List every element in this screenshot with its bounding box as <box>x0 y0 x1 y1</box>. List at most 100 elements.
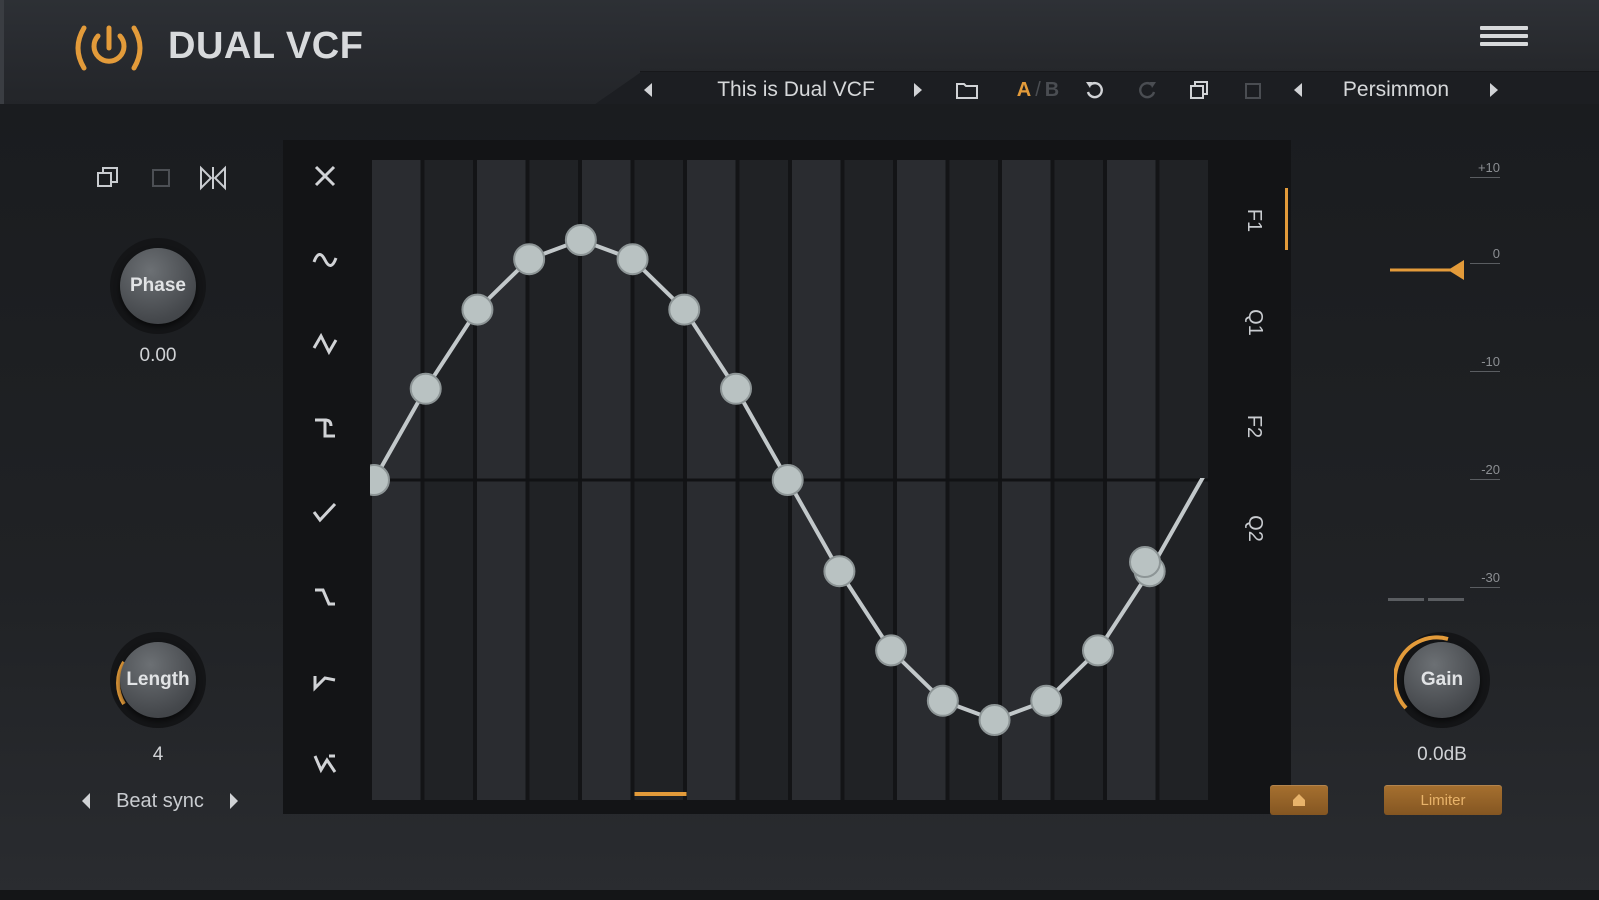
bottom-strip <box>0 890 1599 900</box>
gain-knob[interactable]: Gain <box>1404 642 1480 718</box>
ab-separator: / <box>1035 78 1041 101</box>
shape-random-button[interactable] <box>304 744 346 784</box>
copy-icon[interactable] <box>94 164 124 192</box>
paste-icon[interactable] <box>146 164 176 192</box>
shape-square-button[interactable] <box>304 408 346 448</box>
lfo-node[interactable] <box>1081 634 1114 667</box>
playhead-marker <box>634 792 687 796</box>
band-f2-label: F2 <box>1243 414 1266 438</box>
lfo-node[interactable] <box>823 555 856 588</box>
sine-icon <box>312 253 338 267</box>
lfo-node[interactable] <box>1030 684 1063 717</box>
lfo-node[interactable] <box>1129 546 1161 578</box>
level-meter: +10 0 -10 -20 -30 <box>1380 160 1520 610</box>
lfo-curve-editor[interactable] <box>370 160 1210 800</box>
folder-icon <box>956 83 978 99</box>
ramp-icon <box>312 502 337 523</box>
ab-a-label: A <box>1016 78 1032 101</box>
triangle-icon <box>315 588 335 606</box>
lfo-edit-icons <box>94 164 234 192</box>
chevron-left-icon <box>644 83 652 97</box>
random-icon <box>313 754 337 774</box>
copy-button[interactable] <box>1184 72 1214 108</box>
flip-icon[interactable] <box>198 164 228 192</box>
reset-button[interactable] <box>1270 785 1328 815</box>
chevron-right-icon <box>914 83 922 97</box>
shape-saw-button[interactable] <box>304 324 346 364</box>
undo-icon <box>1086 82 1103 99</box>
phase-value: 0.00 <box>139 345 177 366</box>
power-waves-icon[interactable] <box>74 22 144 74</box>
next-preset-button[interactable] <box>906 72 930 108</box>
band-q2[interactable]: Q2 <box>1240 498 1268 558</box>
lfo-node[interactable] <box>978 704 1011 736</box>
paste-button[interactable] <box>1238 72 1268 108</box>
lfo-node[interactable] <box>771 464 804 496</box>
meter-tick-minus30: -30 <box>1470 570 1500 588</box>
next-theme-button[interactable] <box>1482 72 1506 108</box>
length-knob[interactable]: Length <box>120 642 196 718</box>
preset-toolbar: This is Dual VCF A / B Persimmon <box>640 72 1540 108</box>
lfo-node[interactable] <box>564 224 597 256</box>
folder-button[interactable] <box>952 72 982 108</box>
lfo-node[interactable] <box>719 372 752 405</box>
meter-bar-right <box>1428 598 1464 601</box>
meter-tick-minus20: -20 <box>1470 462 1500 480</box>
lfo-node[interactable] <box>461 293 494 326</box>
step-icon <box>313 676 336 692</box>
chevron-right-icon[interactable] <box>228 792 240 810</box>
band-selector: F1 Q1 F2 Q2 <box>1240 190 1288 570</box>
ab-compare-toggle[interactable]: A / B <box>1010 72 1066 108</box>
sync-mode-value: Beat sync <box>116 789 204 812</box>
lfo-node[interactable] <box>513 243 546 276</box>
saw-up-icon <box>312 332 338 356</box>
lfo-shape-list <box>304 156 346 796</box>
chevron-left-icon[interactable] <box>80 792 92 810</box>
app-title: DUAL VCF <box>168 25 364 67</box>
theme-name-display[interactable]: Persimmon <box>1316 72 1476 108</box>
undo-button[interactable] <box>1080 72 1110 108</box>
shape-triangle-button[interactable] <box>304 576 346 616</box>
preset-name-display[interactable]: This is Dual VCF <box>676 72 916 108</box>
sync-mode-selector[interactable]: Beat sync <box>80 786 240 816</box>
phase-knob-container: Phase <box>110 238 206 334</box>
theme-name: Persimmon <box>1342 78 1450 101</box>
copy-icon <box>1190 81 1208 99</box>
band-f1[interactable]: F1 <box>1240 190 1268 250</box>
ab-b-label: B <box>1044 78 1060 101</box>
band-f2[interactable]: F2 <box>1240 396 1268 456</box>
band-q2-label: Q2 <box>1243 514 1266 542</box>
redo-button[interactable] <box>1132 72 1162 108</box>
home-icon <box>1293 794 1305 806</box>
prev-preset-button[interactable] <box>636 72 660 108</box>
close-x-icon <box>314 165 336 187</box>
redo-icon <box>1139 82 1156 99</box>
chevron-right-icon <box>1490 83 1498 97</box>
meter-tick-minus10: -10 <box>1470 354 1500 372</box>
gain-slider-handle[interactable] <box>1448 260 1464 280</box>
band-q1-label: Q1 <box>1243 308 1266 336</box>
phase-knob[interactable]: Phase <box>120 248 196 324</box>
lfo-node[interactable] <box>926 684 959 717</box>
band-active-indicator <box>1285 188 1288 250</box>
shape-step-button[interactable] <box>304 660 346 700</box>
lfo-node[interactable] <box>616 243 649 276</box>
shape-ramp-button[interactable] <box>304 492 346 532</box>
limiter-button[interactable]: Limiter <box>1384 785 1502 815</box>
shape-sine-button[interactable] <box>304 240 346 280</box>
shape-clear-button[interactable] <box>304 156 346 196</box>
meter-bar-left <box>1388 598 1424 601</box>
preset-name: This is Dual VCF <box>717 78 875 101</box>
gain-knob-container: Gain <box>1394 632 1490 728</box>
lfo-node[interactable] <box>668 293 701 326</box>
length-value: 4 <box>152 744 164 765</box>
lfo-node[interactable] <box>409 372 442 405</box>
prev-theme-button[interactable] <box>1286 72 1310 108</box>
lfo-node[interactable] <box>875 634 908 667</box>
square-icon <box>315 418 335 438</box>
paste-icon <box>1245 83 1261 99</box>
meter-tick-plus10: +10 <box>1470 160 1500 178</box>
hamburger-menu-icon[interactable] <box>1480 26 1528 54</box>
gain-slider[interactable] <box>1388 256 1478 280</box>
band-q1[interactable]: Q1 <box>1240 292 1268 352</box>
